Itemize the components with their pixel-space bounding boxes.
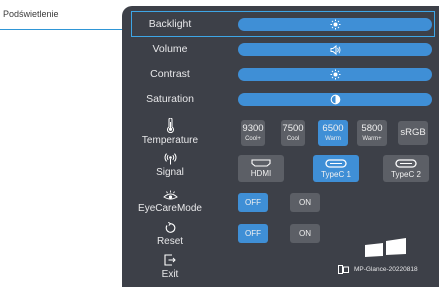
eyecare-on-button[interactable]: ON — [290, 193, 320, 212]
temp-option-7500[interactable]: 7500 Cool — [281, 120, 305, 146]
temperature-icon-wrap — [120, 118, 220, 133]
half-circle-icon — [330, 94, 340, 105]
contrast-slider[interactable] — [238, 68, 432, 81]
signal-option-hdmi[interactable]: HDMI — [238, 155, 284, 182]
eye-icon — [162, 190, 178, 200]
option-label: OFF — [245, 228, 261, 238]
volume-label: Volume — [152, 43, 188, 55]
option-label: ON — [299, 228, 311, 238]
exit-icon — [164, 254, 176, 266]
signal-option-typec2[interactable]: TypeC 2 — [383, 155, 429, 182]
option-label: TypeC 1 — [321, 169, 351, 179]
thermometer-icon — [166, 118, 174, 133]
reset-icon-wrap — [120, 222, 220, 234]
exit-label[interactable]: Exit — [120, 269, 220, 280]
exit-icon-wrap[interactable] — [120, 254, 220, 266]
eyecare-off-button[interactable]: OFF — [238, 193, 268, 212]
backlight-label: Backlight — [148, 18, 192, 30]
reset-icon — [165, 222, 176, 233]
option-sub: Cool — [286, 135, 300, 142]
signal-option-typec1[interactable]: TypeC 1 — [313, 155, 359, 182]
temp-option-srgb[interactable]: sRGB — [398, 121, 428, 145]
volume-slider[interactable] — [238, 43, 432, 56]
callout-line — [0, 29, 131, 30]
option-label: TypeC 2 — [391, 169, 421, 179]
saturation-slider[interactable] — [238, 93, 432, 106]
speaker-icon — [330, 44, 340, 55]
reset-off-button[interactable]: OFF — [238, 224, 268, 243]
option-label: OFF — [245, 197, 261, 207]
option-value: 5800 — [361, 122, 383, 134]
usb-c-port-icon — [395, 158, 417, 168]
option-label: ON — [299, 197, 311, 207]
signal-label: Signal — [156, 167, 184, 178]
eye-icon-wrap — [120, 190, 220, 201]
option-label: HDMI — [250, 169, 272, 178]
signal-icon — [164, 153, 176, 165]
option-value: sRGB — [400, 127, 426, 138]
device-icon — [338, 265, 349, 274]
backlight-slider[interactable] — [238, 18, 432, 31]
eyecare-label: EyeCareMode — [138, 203, 202, 214]
option-sub: Warm+ — [362, 135, 382, 142]
temp-option-6500[interactable]: 6500 Warm — [318, 120, 348, 146]
hdmi-port-icon — [251, 159, 271, 167]
windows-logo-icon — [365, 238, 406, 257]
saturation-label: Saturation — [146, 93, 194, 105]
option-value: 7500 — [282, 122, 304, 134]
temp-option-5800[interactable]: 5800 Warm+ — [357, 120, 387, 146]
option-value: 9300 — [242, 122, 264, 134]
temperature-label: Temperature — [141, 135, 199, 146]
option-value: 6500 — [322, 122, 344, 134]
contrast-label: Contrast — [150, 68, 190, 80]
firmware-version: MP-Glance-20220818 — [354, 266, 418, 273]
option-sub: Cool+ — [245, 135, 261, 142]
callout-label: Podświetlenie — [3, 9, 59, 19]
sun-icon — [330, 19, 340, 30]
signal-icon-wrap — [120, 152, 220, 165]
reset-label: Reset — [156, 236, 184, 247]
usb-c-port-icon — [325, 158, 347, 168]
option-sub: Warm — [325, 135, 341, 142]
temp-option-9300[interactable]: 9300 Cool+ — [241, 120, 265, 146]
sun-icon — [330, 69, 340, 80]
reset-on-button[interactable]: ON — [290, 224, 320, 243]
